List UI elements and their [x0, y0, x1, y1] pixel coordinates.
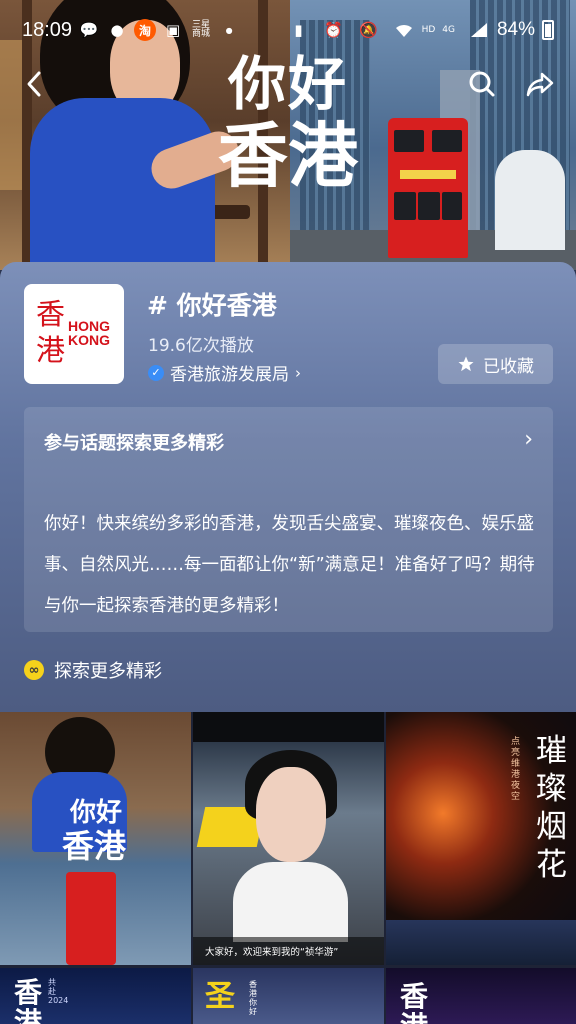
video-thumbnail[interactable]: 大家好，欢迎来到我的“祯华游”: [193, 712, 384, 965]
search-button[interactable]: [462, 64, 502, 104]
thumbnail-subtitle: 大家好，欢迎来到我的“祯华游”: [193, 937, 384, 965]
status-time: 18:09: [22, 18, 73, 41]
chevron-right-icon: ›: [295, 363, 301, 382]
video-thumbnail[interactable]: 你好 香港: [0, 712, 191, 965]
wifi-icon: [393, 19, 415, 41]
hero-title-line2: 香港: [218, 115, 358, 197]
thumbnail-title: 香港: [14, 976, 43, 1024]
wechat-icon: ●: [110, 21, 124, 39]
link-icon: ∞: [24, 660, 44, 680]
search-icon: [469, 71, 495, 97]
favorite-button[interactable]: 已收藏: [438, 344, 553, 384]
explore-label: 探索更多精彩: [54, 661, 162, 682]
logo-text-kong: KONG: [68, 332, 110, 348]
share-icon: [526, 72, 554, 97]
signal-icon: [468, 19, 490, 41]
share-button[interactable]: [520, 64, 560, 104]
message-icon: 💬: [79, 21, 99, 39]
battery-icon: [542, 20, 554, 40]
girl-face: [256, 767, 326, 862]
hero-title-line1: 你好: [227, 50, 348, 118]
alarm-icon: ⏰: [324, 21, 343, 39]
publisher-name: 香港旅游发展局: [170, 365, 289, 385]
video-thumbnail[interactable]: 圣 香港 你好: [193, 968, 384, 1024]
gallery-icon: ▣: [165, 21, 181, 39]
chevron-right-icon: ›: [524, 427, 533, 452]
thumbnail-small-caption: 点亮维港夜空: [511, 737, 521, 802]
thumbnail-title: 香港: [400, 980, 429, 1024]
video-thumbnail[interactable]: 香港: [386, 968, 576, 1024]
verified-icon: ✓: [148, 364, 164, 381]
description-header: 参与话题探索更多精彩: [44, 433, 224, 454]
description-text: 你好！快来缤纷多彩的香港，发现舌尖盛宴、璀璨夜色、娱乐盛事、自然风光……每一面都…: [44, 514, 535, 616]
hd-label: HD: [421, 24, 436, 35]
back-button[interactable]: [14, 64, 54, 104]
taobao-icon: 淘: [134, 19, 157, 41]
thumbnail-title-line1: 你好: [70, 798, 123, 828]
thumbnail-title-line2: 香港: [62, 827, 127, 865]
samsung-store-icon: 三星 商城: [192, 20, 211, 39]
video-thumbnail[interactable]: 点亮维港夜空 璀璨烟花: [386, 712, 576, 965]
logo-chinese: 香港: [36, 297, 66, 367]
hero-tram: [388, 118, 468, 258]
thumbnail-small-caption: 香港 你好: [249, 980, 257, 1016]
thumbnail-title: 圣: [205, 979, 235, 1014]
thumbnail-small-caption: 共赴2024: [48, 978, 69, 1005]
topic-info-panel: 香港 HONG KONG # 你好香港 19.6亿次播放 ✓ 香港旅游发展局 ›…: [0, 262, 576, 712]
thumbnail-vertical-title: 璀璨烟花: [536, 733, 567, 883]
star-icon: [458, 356, 474, 372]
mute-icon: 🔕: [359, 21, 378, 39]
more-dot-icon: ●: [225, 25, 233, 35]
hero-title: 你好 香港: [208, 55, 368, 191]
explore-more-link[interactable]: ∞ 探索更多精彩: [24, 657, 162, 683]
sim-icon: ▮: [294, 21, 303, 39]
description-card[interactable]: 参与话题探索更多精彩 › 你好！快来缤纷多彩的香港，发现舌尖盛宴、璀璨夜色、娱乐…: [24, 407, 553, 632]
topic-title: # 你好香港: [147, 291, 277, 320]
back-arrow-icon: [27, 71, 41, 97]
network-label: 4G: [442, 24, 455, 35]
favorite-label: 已收藏: [483, 356, 534, 377]
video-grid: 你好 香港 大家好，欢迎来到我的“祯华游” 点亮维港夜空 璀璨烟花 香港 共赴2…: [0, 712, 576, 1024]
battery-percent: 84%: [496, 19, 535, 40]
logo-text-hong: HONG: [68, 318, 110, 334]
play-count: 19.6亿次播放: [148, 336, 254, 356]
hong-kong-logo: 香港 HONG KONG: [24, 284, 124, 384]
video-thumbnail[interactable]: 香港 共赴2024: [0, 968, 191, 1024]
status-bar: 18:09 💬 ● 淘 ▣ 三星 商城 ● ▮ ⏰ 🔕 HD 4G 84%: [0, 0, 576, 60]
publisher-link[interactable]: ✓ 香港旅游发展局 ›: [148, 360, 301, 385]
